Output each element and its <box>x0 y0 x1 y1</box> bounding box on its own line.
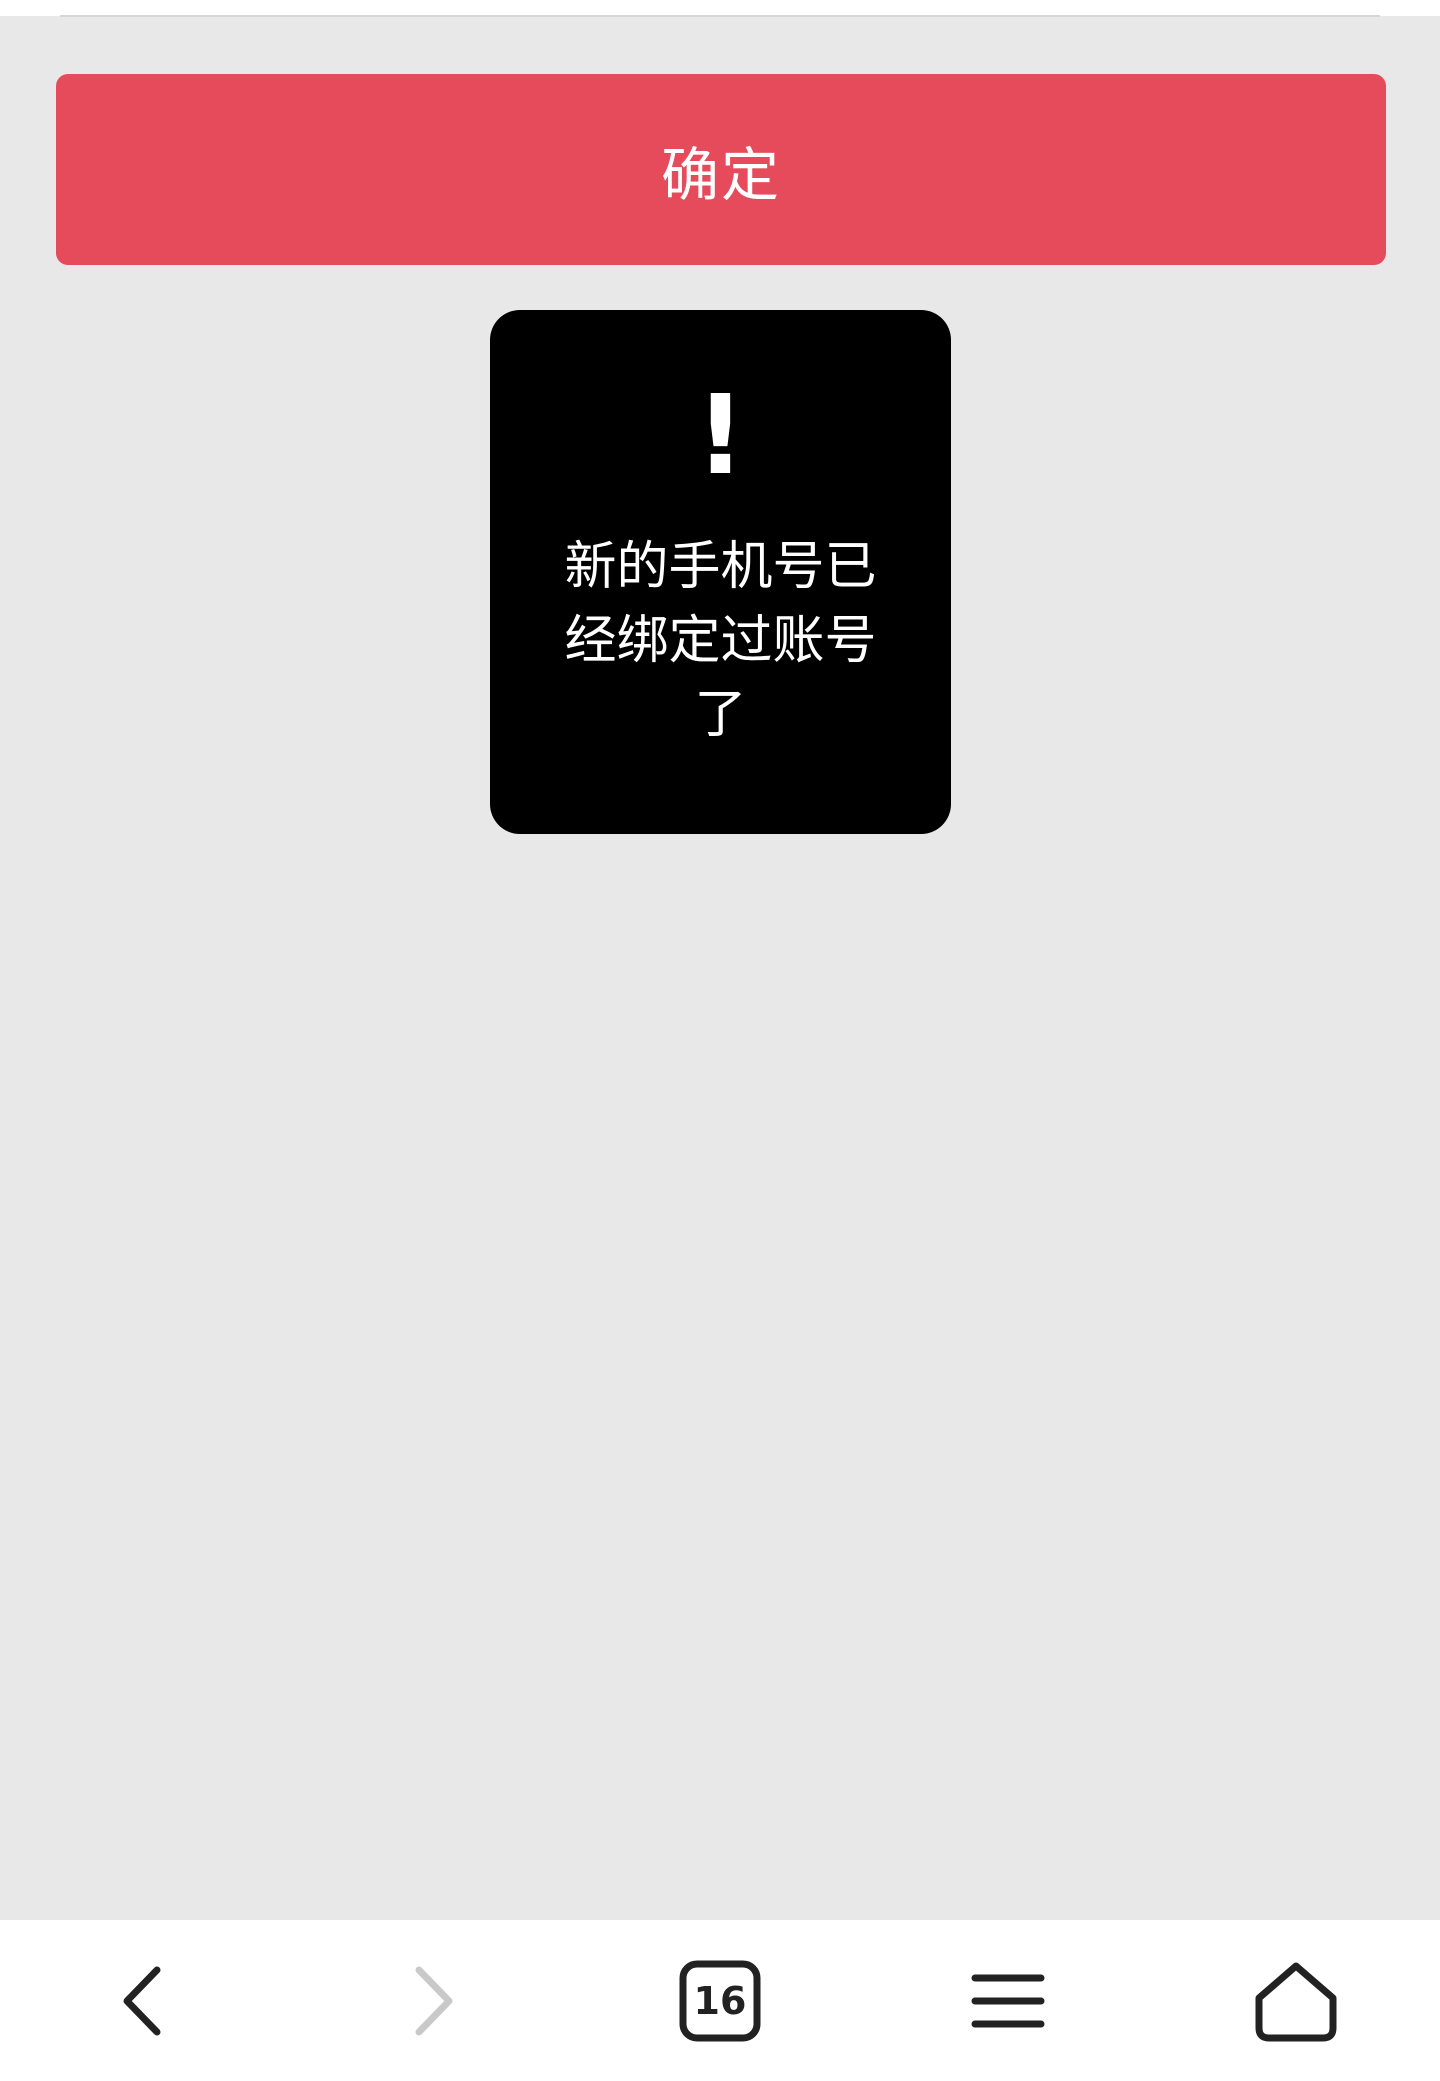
back-button[interactable] <box>84 1941 204 2061</box>
chevron-left-icon <box>123 1966 161 2035</box>
tabs-count: 16 <box>694 1979 747 2023</box>
toast-dialog: ! 新的手机号已经绑定过账号了 <box>490 310 951 834</box>
tabs-button[interactable]: 16 <box>660 1941 780 2061</box>
forward-button[interactable] <box>372 1941 492 2061</box>
page: 确定 ! 新的手机号已经绑定过账号了 16 <box>0 0 1440 2081</box>
home-icon <box>1255 1962 1337 2041</box>
menu-icon <box>971 1974 1045 2027</box>
menu-button[interactable] <box>948 1941 1068 2061</box>
chevron-right-icon <box>415 1966 453 2035</box>
top-strip <box>0 0 1440 17</box>
tabs-icon: 16 <box>679 1960 761 2041</box>
exclamation-icon: ! <box>695 371 746 499</box>
toast-message: 新的手机号已经绑定过账号了 <box>564 537 877 745</box>
bottom-navigation-bar: 16 <box>0 1920 1440 2081</box>
confirm-button[interactable]: 确定 <box>56 74 1386 265</box>
home-button[interactable] <box>1236 1941 1356 2061</box>
